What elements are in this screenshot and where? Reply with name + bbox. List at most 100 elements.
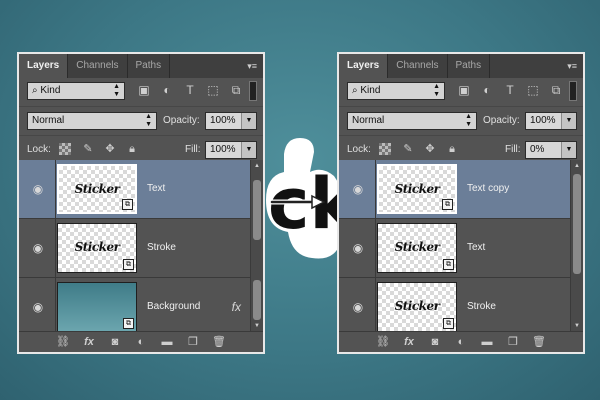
- sticker-arrow-graphic: ck: [266, 138, 357, 259]
- chevron-down-icon[interactable]: ▼: [241, 113, 256, 129]
- select-arrows-icon: ▲ ▼: [145, 113, 152, 128]
- eye-icon[interactable]: ◉: [31, 300, 45, 314]
- add-mask-icon[interactable]: ◙: [108, 335, 122, 349]
- link-layers-icon[interactable]: ⛓: [56, 335, 70, 349]
- trash-icon[interactable]: 🗑︎: [532, 335, 546, 349]
- filter-toggle[interactable]: [569, 81, 577, 101]
- tab-layers[interactable]: Layers: [339, 54, 389, 78]
- blend-row: Normal ▲ ▼ Opacity: 100% ▼: [19, 107, 263, 136]
- layer-name[interactable]: Text: [467, 219, 485, 277]
- fx-icon[interactable]: fx: [232, 278, 241, 336]
- pixel-filter-icon[interactable]: ▣: [457, 83, 471, 97]
- eye-icon[interactable]: ◉: [351, 182, 365, 196]
- layer-thumbnail[interactable]: Sticker ⧉: [57, 223, 137, 273]
- layer-name[interactable]: Text copy: [467, 160, 509, 218]
- layer-row[interactable]: ◉ ⧉ Background fx: [19, 278, 263, 337]
- adjustment-filter-icon[interactable]: ◐: [480, 83, 494, 97]
- tab-layers[interactable]: Layers: [19, 54, 69, 78]
- lock-all-icon[interactable]: 🔒︎: [445, 142, 459, 156]
- filter-kind-select[interactable]: ⌕ Kind ▲ ▼: [27, 82, 125, 100]
- scroll-up-icon[interactable]: ▲: [251, 160, 263, 172]
- add-style-icon[interactable]: fx: [82, 335, 96, 349]
- smart-object-filter-icon[interactable]: ⧉: [549, 83, 563, 97]
- trash-icon[interactable]: 🗑︎: [212, 335, 226, 349]
- layers-scrollbar[interactable]: ▲ ▼: [570, 160, 583, 332]
- eye-icon[interactable]: ◉: [31, 182, 45, 196]
- layer-row[interactable]: ◉ Sticker ⧉ Stroke: [339, 278, 583, 337]
- filter-row: ⌕ Kind ▲ ▼ ▣ ◐ T ⬚ ⧉: [339, 78, 583, 107]
- lock-brush-icon[interactable]: ✎: [81, 142, 95, 156]
- adjustment-layer-icon[interactable]: ◐: [134, 335, 148, 349]
- new-layer-icon[interactable]: ❐: [186, 335, 200, 349]
- fill-field[interactable]: 0% ▼: [525, 141, 577, 159]
- layer-thumbnail[interactable]: Sticker ⧉: [57, 164, 137, 214]
- layer-thumbnail[interactable]: Sticker ⧉: [377, 164, 457, 214]
- blend-mode-value: Normal: [32, 115, 65, 126]
- folder-icon[interactable]: ▬: [480, 335, 494, 349]
- layer-name[interactable]: Text: [147, 160, 165, 218]
- layer-thumbnail[interactable]: ⧉: [57, 282, 137, 332]
- eye-icon[interactable]: ◉: [31, 241, 45, 255]
- tab-channels[interactable]: Channels: [68, 54, 128, 78]
- select-arrows-icon: ▲ ▼: [113, 83, 120, 98]
- link-layers-icon[interactable]: ⛓: [376, 335, 390, 349]
- type-filter-icon[interactable]: T: [183, 83, 197, 97]
- layers-scrollbar[interactable]: ▲ ▼: [250, 160, 263, 332]
- lock-transparent-icon[interactable]: [59, 142, 73, 156]
- chevron-down-icon[interactable]: ▼: [561, 113, 576, 129]
- visibility-column: ◉: [19, 219, 56, 277]
- add-style-icon[interactable]: fx: [402, 335, 416, 349]
- new-layer-icon[interactable]: ❐: [506, 335, 520, 349]
- filter-kind-select[interactable]: ⌕ Kind ▲ ▼: [347, 82, 445, 100]
- layer-thumbnail[interactable]: Sticker ⧉: [377, 223, 457, 273]
- add-mask-icon[interactable]: ◙: [428, 335, 442, 349]
- opacity-field[interactable]: 100% ▼: [525, 112, 577, 130]
- tab-channels[interactable]: Channels: [388, 54, 448, 78]
- tab-paths[interactable]: Paths: [448, 54, 491, 78]
- layer-thumbnail[interactable]: Sticker ⧉: [377, 282, 457, 332]
- eye-icon[interactable]: ◉: [351, 300, 365, 314]
- tab-paths[interactable]: Paths: [128, 54, 171, 78]
- blend-row: Normal ▲ ▼ Opacity: 100% ▼: [339, 107, 583, 136]
- type-filter-icon[interactable]: T: [503, 83, 517, 97]
- blend-mode-select[interactable]: Normal ▲ ▼: [347, 112, 477, 130]
- shape-filter-icon[interactable]: ⬚: [206, 83, 220, 97]
- visibility-column: ◉: [19, 278, 56, 336]
- lock-brush-icon[interactable]: ✎: [401, 142, 415, 156]
- opacity-value: 100%: [530, 115, 556, 126]
- layer-row[interactable]: ◉ Sticker ⧉ Stroke: [19, 219, 263, 278]
- blend-mode-select[interactable]: Normal ▲ ▼: [27, 112, 157, 130]
- chevron-down-icon[interactable]: ▼: [561, 142, 576, 158]
- layer-list: ◉ Sticker ⧉ Text ◉ Sticker ⧉ Stroke ◉ ⧉ …: [19, 160, 263, 337]
- scroll-thumb[interactable]: [253, 180, 261, 240]
- layer-row[interactable]: ◉ Sticker ⧉ Text: [339, 219, 583, 278]
- thumbnail-text: Sticker: [394, 182, 440, 196]
- layer-row[interactable]: ◉ Sticker ⧉ Text copy: [339, 160, 583, 219]
- opacity-field[interactable]: 100% ▼: [205, 112, 257, 130]
- lock-move-icon[interactable]: ✥: [423, 142, 437, 156]
- eye-icon[interactable]: ◉: [351, 241, 365, 255]
- scroll-thumb[interactable]: [573, 174, 581, 274]
- layer-row[interactable]: ◉ Sticker ⧉ Text: [19, 160, 263, 219]
- panel-menu-icon[interactable]: ▾≡: [247, 61, 257, 72]
- lock-transparent-icon[interactable]: [379, 142, 393, 156]
- select-arrows-icon: ▲ ▼: [465, 113, 472, 128]
- smart-object-filter-icon[interactable]: ⧉: [229, 83, 243, 97]
- filter-toggle[interactable]: [249, 81, 257, 101]
- adjustment-filter-icon[interactable]: ◐: [160, 83, 174, 97]
- shape-filter-icon[interactable]: ⬚: [526, 83, 540, 97]
- layer-name[interactable]: Stroke: [147, 219, 176, 277]
- scroll-up-icon[interactable]: ▲: [571, 160, 583, 172]
- pixel-filter-icon[interactable]: ▣: [137, 83, 151, 97]
- layer-name[interactable]: Stroke: [467, 278, 496, 336]
- fill-field[interactable]: 100% ▼: [205, 141, 257, 159]
- adjustment-layer-icon[interactable]: ◐: [454, 335, 468, 349]
- lock-all-icon[interactable]: 🔒︎: [125, 142, 139, 156]
- layer-name[interactable]: Background: [147, 278, 200, 336]
- chevron-down-icon[interactable]: ▼: [241, 142, 256, 158]
- folder-icon[interactable]: ▬: [160, 335, 174, 349]
- lock-move-icon[interactable]: ✥: [103, 142, 117, 156]
- panel-menu-icon[interactable]: ▾≡: [567, 61, 577, 72]
- sticker-graphic: ck: [262, 132, 357, 274]
- scroll-thumb-secondary[interactable]: [253, 280, 261, 320]
